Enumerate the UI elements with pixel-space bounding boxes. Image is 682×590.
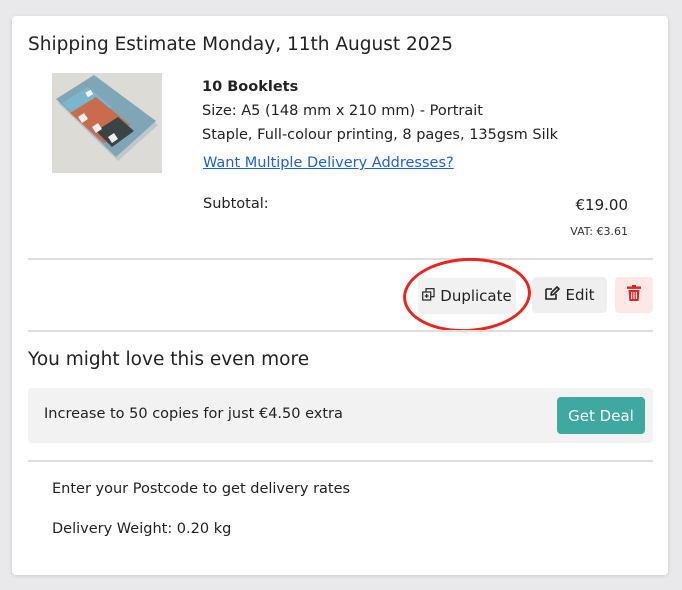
trash-icon (627, 285, 641, 305)
divider (28, 330, 653, 332)
vat-amount: VAT: €3.61 (570, 225, 628, 238)
product-spec: Staple, Full-colour printing, 8 pages, 1… (202, 127, 559, 143)
divider (28, 258, 653, 260)
shipping-estimate-title: Shipping Estimate Monday, 11th August 20… (28, 34, 454, 55)
divider (28, 460, 653, 462)
subtotal-label: Subtotal: (203, 196, 269, 212)
delete-button[interactable] (615, 277, 653, 313)
product-name: 10 Booklets (202, 79, 299, 95)
postcode-prompt: Enter your Postcode to get delivery rate… (52, 481, 351, 497)
delivery-weight: Delivery Weight: 0.20 kg (52, 521, 232, 537)
subtotal-value: €19.00 (575, 196, 629, 214)
upsell-offer-text: Increase to 50 copies for just €4.50 ext… (44, 406, 343, 422)
cart-item-card: Shipping Estimate Monday, 11th August 20… (12, 16, 668, 575)
multiple-delivery-link[interactable]: Want Multiple Delivery Addresses? (203, 155, 454, 171)
product-details: 10 Booklets Size: A5 (148 mm x 210 mm) -… (202, 75, 558, 147)
upsell-title: You might love this even more (28, 349, 310, 370)
get-deal-button[interactable]: Get Deal (557, 397, 645, 434)
product-size: Size: A5 (148 mm x 210 mm) - Portrait (202, 103, 483, 119)
duplicate-button[interactable]: Duplicate (418, 278, 516, 314)
duplicate-label: Duplicate (440, 287, 512, 305)
booklet-product-image (52, 73, 162, 173)
edit-button[interactable]: Edit (532, 277, 607, 313)
pencil-icon (544, 285, 565, 305)
upsell-deal-box: Increase to 50 copies for just €4.50 ext… (28, 388, 653, 443)
edit-label: Edit (565, 286, 595, 304)
duplicate-icon (422, 287, 440, 305)
